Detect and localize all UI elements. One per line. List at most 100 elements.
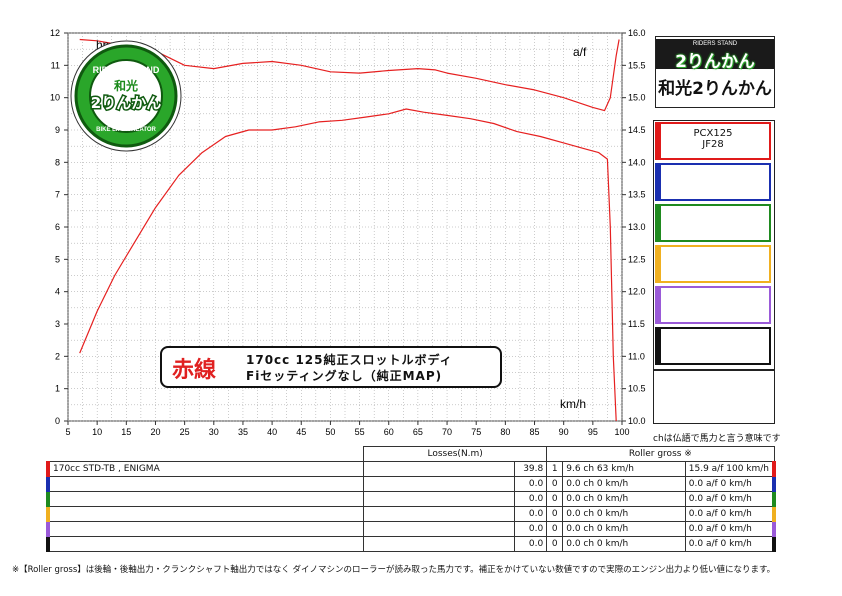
- x-tick-label: 70: [442, 427, 452, 437]
- y-left-tick-label: 10: [50, 93, 60, 103]
- y-right-tick-label: 13.5: [628, 190, 646, 200]
- row-af: 0.0 a/f 0 km/h: [684, 506, 776, 522]
- setting-note: 赤線 170cc 125純正スロットルボディ Fiセッティングなし（純正MAP): [160, 346, 502, 388]
- row-loss1: 0.0: [514, 506, 548, 522]
- table-row: 170cc STD-TB , ENIGMA 39.8 1 9.6 ch 63 km/h…: [46, 461, 776, 477]
- row-speed: 0.0 ch 0 km/h: [562, 536, 686, 552]
- brand-big-text: 2りんかん: [675, 52, 755, 72]
- row-name: [46, 476, 365, 492]
- row-loss1: 0.0: [514, 521, 548, 537]
- y-right-tick-label: 10.5: [628, 384, 646, 394]
- x-tick-label: 30: [209, 427, 219, 437]
- row-loss2: 0: [546, 476, 564, 492]
- row-name: [46, 491, 365, 507]
- y-left-tick-label: 5: [55, 254, 60, 264]
- x-tick-label: 55: [355, 427, 365, 437]
- row-speed: 0.0 ch 0 km/h: [562, 521, 686, 537]
- legend-empty-box: [653, 370, 775, 424]
- table-row: 0.0 0 0.0 ch 0 km/h 0.0 a/f 0 km/h: [46, 521, 776, 537]
- x-tick-label: 40: [267, 427, 277, 437]
- y-left-tick-label: 0: [55, 416, 60, 426]
- red-line-label: 赤線: [172, 358, 217, 383]
- x-tick-label: 75: [471, 427, 481, 437]
- row-loss2: 0: [546, 506, 564, 522]
- row-loss2: 0: [546, 536, 564, 552]
- note-line-1: 170cc 125純正スロットルボディ: [246, 353, 453, 367]
- row-af: 0.0 a/f 0 km/h: [684, 476, 776, 492]
- y-right-tick-label: 12.0: [628, 287, 646, 297]
- table-row: 0.0 0 0.0 ch 0 km/h 0.0 a/f 0 km/h: [46, 476, 776, 492]
- row-loss1: 0.0: [514, 476, 548, 492]
- store-name: 和光2りんかん: [658, 79, 772, 99]
- x-tick-label: 15: [121, 427, 131, 437]
- x-tick-label: 85: [530, 427, 540, 437]
- y-left-tick-label: 4: [55, 287, 60, 297]
- row-name: 170cc STD-TB , ENIGMA: [46, 461, 365, 477]
- table-header-row: Losses(N.m) Roller gross ※: [48, 446, 775, 462]
- y-left-tick-label: 2: [55, 351, 60, 361]
- ch-note: chは仏語で馬力と言う意味です: [653, 434, 781, 444]
- row-speed: 0.0 ch 0 km/h: [562, 476, 686, 492]
- footnote: ※【Roller gross】は後輪・後軸出力・クランクシャフト軸出力ではなく …: [12, 565, 776, 575]
- row-af: 0.0 a/f 0 km/h: [684, 521, 776, 537]
- x-tick-label: 45: [296, 427, 306, 437]
- y-right-tick-label: 12.5: [628, 254, 646, 264]
- row-blank: [363, 476, 516, 492]
- row-blank: [363, 461, 516, 477]
- row-speed: 0.0 ch 0 km/h: [562, 491, 686, 507]
- x-tick-label: 50: [325, 427, 335, 437]
- x-tick-label: 65: [413, 427, 423, 437]
- header-blank: [48, 447, 364, 462]
- note-line-2: Fiセッティングなし（純正MAP): [246, 369, 443, 383]
- x-tick-label: 20: [150, 427, 160, 437]
- roller-header: Roller gross ※: [546, 446, 775, 462]
- row-speed: 9.6 ch 63 km/h: [562, 461, 686, 477]
- x-tick-label: 25: [180, 427, 190, 437]
- logo-top-text: RIDERS STAND: [93, 65, 160, 75]
- row-loss2: 0: [546, 521, 564, 537]
- y-left-tick-label: 3: [55, 319, 60, 329]
- y-right-tick-label: 15.5: [628, 60, 646, 70]
- x-tick-label: 100: [614, 427, 629, 437]
- y-left-tick-label: 6: [55, 222, 60, 232]
- x-tick-label: 80: [500, 427, 510, 437]
- brand-banner: RIDERS STAND 2りんかん: [656, 39, 774, 72]
- store-logo-box: RIDERS STAND 2りんかん 和光2りんかん: [655, 36, 775, 108]
- table-row: 0.0 0 0.0 ch 0 km/h 0.0 a/f 0 km/h: [46, 536, 776, 552]
- row-af: 0.0 a/f 0 km/h: [684, 491, 776, 507]
- row-name: [46, 521, 365, 537]
- x-tick-label: 5: [65, 427, 70, 437]
- row-speed: 0.0 ch 0 km/h: [562, 506, 686, 522]
- y-left-tick-label: 1: [55, 384, 60, 394]
- results-table: Losses(N.m) Roller gross ※ 170cc STD-TB , …: [46, 446, 776, 552]
- logo-big-text: 2りんかん: [91, 94, 161, 112]
- row-loss2: 0: [546, 491, 564, 507]
- row-loss1: 0.0: [514, 491, 548, 507]
- losses-header: Losses(N.m): [363, 446, 548, 462]
- y-left-tick-label: 9: [55, 125, 60, 135]
- y-right-tick-label: 13.0: [628, 222, 646, 232]
- row-loss1: 39.8: [514, 461, 548, 477]
- row-blank: [363, 506, 516, 522]
- y-right-tick-label: 11.5: [628, 319, 645, 329]
- row-blank: [363, 536, 516, 552]
- row-af: 0.0 a/f 0 km/h: [684, 536, 776, 552]
- x-tick-label: 95: [588, 427, 598, 437]
- y-right-tick-label: 11.0: [628, 351, 645, 361]
- y-right-tick-label: 14.0: [628, 157, 646, 167]
- y-left-tick-label: 12: [50, 28, 60, 38]
- y-right-tick-label: 10.0: [628, 416, 646, 426]
- kmh-axis-label: km/h: [560, 397, 586, 411]
- row-blank: [363, 521, 516, 537]
- row-name: [46, 506, 365, 522]
- legend-frame: [653, 120, 775, 370]
- logo-bottom-text: BIKE LIFE CREATOR: [96, 127, 156, 133]
- riders-stand-logo: RIDERS STAND 和光 2りんかん BIKE LIFE CREATOR: [70, 40, 182, 152]
- row-af: 15.9 a/f 100 km/h: [684, 461, 776, 477]
- table-row: 0.0 0 0.0 ch 0 km/h 0.0 a/f 0 km/h: [46, 491, 776, 507]
- y-left-tick-label: 8: [55, 157, 60, 167]
- row-blank: [363, 491, 516, 507]
- x-tick-label: 10: [92, 427, 102, 437]
- x-tick-label: 35: [238, 427, 248, 437]
- y-left-tick-label: 7: [55, 190, 60, 200]
